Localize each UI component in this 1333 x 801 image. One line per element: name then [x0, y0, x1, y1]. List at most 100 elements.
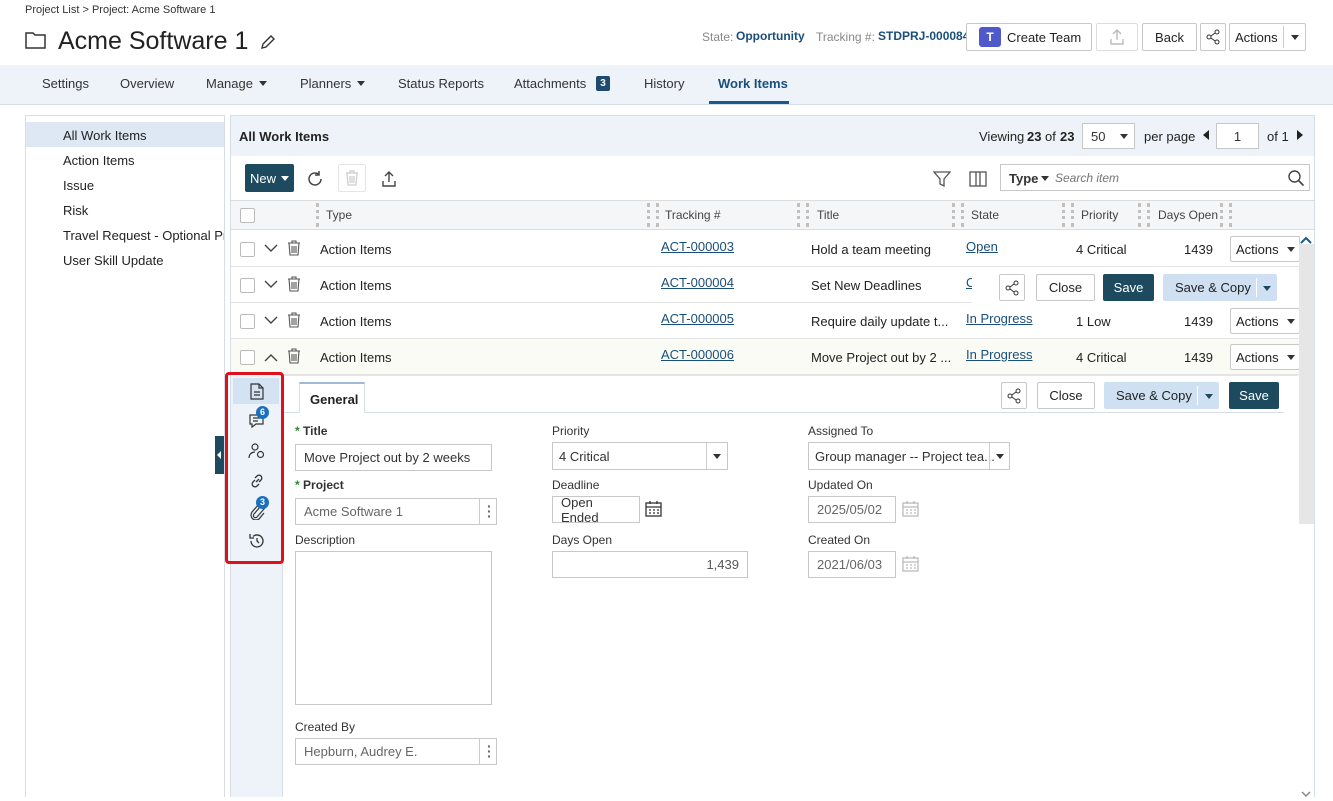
delete-row-trash-icon[interactable] — [287, 348, 301, 367]
col-resize-handle[interactable] — [961, 203, 964, 227]
table-row[interactable]: Action Items ACT-000003 Hold a team meet… — [231, 231, 1301, 267]
edit-pencil-icon[interactable] — [259, 33, 277, 54]
history-icon[interactable] — [247, 531, 267, 551]
row-tracking-link[interactable]: ACT-000006 — [661, 347, 734, 362]
row-state-link[interactable]: In Progress — [966, 311, 1032, 326]
sidebar-item-user-skill-update[interactable]: User Skill Update — [63, 253, 163, 268]
detail-close-button[interactable]: Close — [1037, 382, 1095, 409]
row-checkbox[interactable] — [240, 278, 255, 293]
assigned-to-select[interactable]: Group manager -- Project tea... — [808, 442, 1010, 470]
col-resize-handle[interactable] — [1229, 203, 1232, 227]
sidebar-item-travel-request[interactable]: Travel Request - Optional Pro — [63, 228, 224, 243]
collapse-panel-handle[interactable] — [215, 436, 224, 474]
refresh-icon[interactable] — [304, 168, 326, 190]
tab-history[interactable]: History — [644, 76, 684, 91]
created-by-field[interactable]: Hepburn, Audrey E. · · · — [295, 738, 497, 765]
col-tracking[interactable]: Tracking # — [665, 208, 721, 222]
scrollbar-thumb[interactable] — [1299, 244, 1314, 524]
new-button[interactable]: New — [245, 164, 294, 192]
table-row[interactable]: Action Items ACT-000004 Set New Deadline… — [231, 267, 1301, 303]
create-team-button[interactable]: T Create Team — [966, 23, 1092, 51]
scroll-down-icon[interactable] — [1301, 786, 1311, 801]
row-actions-button[interactable]: Actions — [1230, 308, 1300, 334]
actions-button[interactable]: Actions — [1229, 23, 1306, 51]
expand-chevron-icon[interactable] — [264, 313, 278, 328]
assignee-user-icon[interactable] — [247, 442, 267, 460]
col-resize-handle[interactable] — [316, 203, 319, 227]
tab-status-reports[interactable]: Status Reports — [398, 76, 484, 91]
row-tracking-link[interactable]: ACT-000004 — [661, 275, 734, 290]
more-options-icon[interactable]: · · · — [487, 499, 492, 523]
tab-attachments[interactable]: Attachments — [514, 76, 586, 91]
tab-overview[interactable]: Overview — [120, 76, 174, 91]
sidebar-item-all-work-items[interactable]: All Work Items — [63, 128, 147, 143]
detail-save-button[interactable]: Save — [1229, 382, 1279, 409]
row-state-link[interactable]: In Progress — [966, 347, 1032, 362]
per-page-select[interactable]: 50 — [1082, 123, 1135, 149]
row-checkbox[interactable] — [240, 350, 255, 365]
col-resize-handle[interactable] — [1147, 203, 1150, 227]
table-row[interactable]: Action Items ACT-000005 Require daily up… — [231, 303, 1301, 339]
row-actions-button[interactable]: Actions — [1230, 236, 1300, 262]
tab-general[interactable]: General — [299, 382, 365, 413]
prev-page-icon[interactable] — [1203, 130, 1209, 140]
collapse-chevron-icon[interactable] — [264, 351, 278, 366]
search-input[interactable] — [1055, 169, 1280, 187]
search-box[interactable]: Type — [1000, 164, 1310, 191]
col-resize-handle[interactable] — [1071, 203, 1074, 227]
row-share-button[interactable] — [999, 274, 1025, 301]
share-button[interactable] — [1200, 23, 1226, 51]
row-close-button[interactable]: Close — [1036, 274, 1095, 301]
description-field[interactable] — [295, 551, 492, 705]
row-actions-button[interactable]: Actions — [1230, 344, 1300, 370]
sidebar-item-issue[interactable]: Issue — [63, 178, 94, 193]
col-resize-handle[interactable] — [1220, 203, 1223, 227]
export-icon[interactable] — [378, 168, 400, 190]
columns-icon[interactable] — [967, 168, 989, 190]
sidebar-item-action-items[interactable]: Action Items — [63, 153, 135, 168]
col-resize-handle[interactable] — [656, 203, 659, 227]
col-days-open[interactable]: Days Open — [1158, 208, 1218, 222]
tab-planners[interactable]: Planners — [300, 76, 351, 91]
expand-chevron-icon[interactable] — [264, 277, 278, 292]
delete-row-trash-icon[interactable] — [287, 240, 301, 259]
calendar-icon[interactable] — [644, 500, 662, 518]
tab-work-items[interactable]: Work Items — [718, 76, 788, 91]
col-resize-handle[interactable] — [797, 203, 800, 227]
planners-dropdown-icon[interactable] — [357, 81, 365, 86]
sidebar-item-risk[interactable]: Risk — [63, 203, 88, 218]
row-tracking-link[interactable]: ACT-000003 — [661, 239, 734, 254]
search-icon[interactable] — [1287, 169, 1305, 187]
delete-row-trash-icon[interactable] — [287, 312, 301, 331]
more-options-icon[interactable]: · · · — [487, 739, 492, 763]
details-document-icon[interactable] — [248, 382, 266, 400]
type-filter[interactable]: Type — [1009, 171, 1038, 186]
export-button[interactable] — [1096, 23, 1138, 51]
tab-settings[interactable]: Settings — [42, 76, 89, 91]
deadline-field[interactable]: Open Ended — [552, 495, 640, 525]
tab-manage[interactable]: Manage — [206, 76, 253, 91]
back-button[interactable]: Back — [1142, 23, 1197, 51]
next-page-icon[interactable] — [1297, 130, 1303, 140]
type-filter-chevron-icon[interactable] — [1041, 176, 1049, 181]
col-resize-handle[interactable] — [806, 203, 809, 227]
links-icon[interactable] — [247, 471, 267, 491]
col-priority[interactable]: Priority — [1081, 208, 1118, 222]
delete-button[interactable] — [338, 164, 366, 192]
manage-dropdown-icon[interactable] — [259, 81, 267, 86]
row-state-link[interactable]: Open — [966, 239, 998, 254]
col-resize-handle[interactable] — [952, 203, 955, 227]
row-save-button[interactable]: Save — [1103, 274, 1154, 301]
delete-row-trash-icon[interactable] — [287, 276, 301, 295]
row-checkbox[interactable] — [240, 314, 255, 329]
row-checkbox[interactable] — [240, 242, 255, 257]
detail-save-copy-button[interactable]: Save & Copy — [1104, 382, 1219, 409]
detail-share-button[interactable] — [1001, 382, 1027, 409]
select-all-checkbox[interactable] — [240, 208, 255, 223]
row-tracking-link[interactable]: ACT-000005 — [661, 311, 734, 326]
col-state[interactable]: State — [971, 208, 999, 222]
row-save-copy-button[interactable]: Save & Copy — [1163, 274, 1277, 301]
project-field[interactable]: Acme Software 1 · · · — [295, 498, 497, 525]
title-field[interactable]: Move Project out by 2 weeks — [295, 444, 492, 471]
filter-icon[interactable] — [931, 168, 953, 190]
